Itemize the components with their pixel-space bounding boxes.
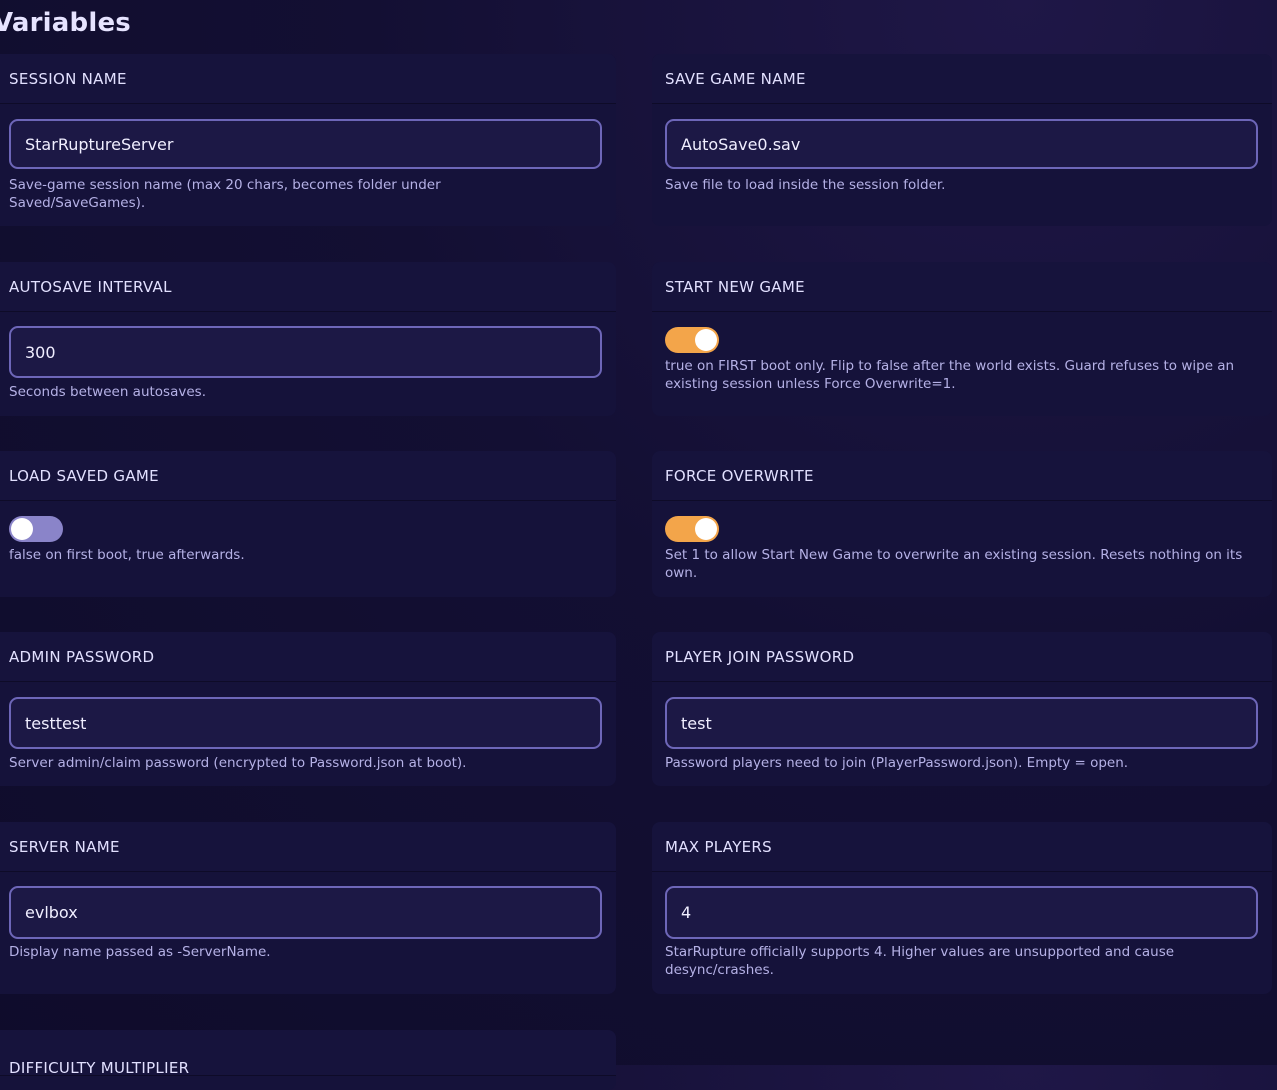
autosave-interval-input[interactable]	[9, 326, 602, 378]
admin-password-label: ADMIN PASSWORD	[9, 647, 155, 666]
force-overwrite-help: Set 1 to allow Start New Game to overwri…	[665, 547, 1243, 581]
load-saved-game-header: LOAD SAVED GAME	[0, 451, 616, 501]
player-join-password-header: PLAYER JOIN PASSWORD	[652, 632, 1272, 682]
force-overwrite-toggle[interactable]	[665, 516, 719, 542]
server-name-help: Display name passed as -ServerName.	[9, 944, 271, 960]
toggle-knob	[695, 518, 717, 540]
start-new-game-toggle[interactable]	[665, 327, 719, 353]
save-game-name-card: SAVE GAME NAME Save file to load inside …	[652, 54, 1272, 226]
admin-password-help: Server admin/claim password (encrypted t…	[9, 755, 467, 771]
start-new-game-help: true on FIRST boot only. Flip to false a…	[665, 358, 1235, 392]
admin-password-card: ADMIN PASSWORD Server admin/claim passwo…	[0, 632, 616, 786]
server-name-input[interactable]	[9, 886, 602, 939]
max-players-label: MAX PLAYERS	[665, 837, 772, 856]
load-saved-game-help: false on first boot, true afterwards.	[9, 547, 245, 563]
max-players-card: MAX PLAYERS StarRupture officially suppo…	[652, 822, 1272, 994]
admin-password-input[interactable]	[9, 697, 602, 749]
difficulty-multiplier-label: DIFFICULTY MULTIPLIER	[9, 1059, 190, 1077]
session-name-input[interactable]	[9, 119, 602, 169]
autosave-interval-help: Seconds between autosaves.	[9, 384, 206, 400]
autosave-interval-card: AUTOSAVE INTERVAL Seconds between autosa…	[0, 262, 616, 416]
save-game-name-label: SAVE GAME NAME	[665, 69, 806, 88]
force-overwrite-card: FORCE OVERWRITE Set 1 to allow Start New…	[652, 451, 1272, 597]
difficulty-multiplier-header: DIFFICULTY MULTIPLIER	[0, 1030, 616, 1077]
force-overwrite-label: FORCE OVERWRITE	[665, 466, 814, 485]
save-game-name-help: Save file to load inside the session fol…	[665, 177, 946, 193]
server-name-label: SERVER NAME	[9, 837, 120, 856]
save-game-name-input[interactable]	[665, 119, 1258, 169]
start-new-game-label: START NEW GAME	[665, 277, 805, 296]
difficulty-multiplier-card: DIFFICULTY MULTIPLIER	[0, 1030, 616, 1090]
autosave-interval-header: AUTOSAVE INTERVAL	[0, 262, 616, 312]
admin-password-header: ADMIN PASSWORD	[0, 632, 616, 682]
session-name-header: SESSION NAME	[0, 54, 616, 104]
start-new-game-header: START NEW GAME	[652, 262, 1272, 312]
max-players-header: MAX PLAYERS	[652, 822, 1272, 872]
server-name-card: SERVER NAME Display name passed as -Serv…	[0, 822, 616, 994]
session-name-card: SESSION NAME Save-game session name (max…	[0, 54, 616, 226]
force-overwrite-header: FORCE OVERWRITE	[652, 451, 1272, 501]
server-name-header: SERVER NAME	[0, 822, 616, 872]
autosave-interval-label: AUTOSAVE INTERVAL	[9, 277, 172, 296]
load-saved-game-card: LOAD SAVED GAME false on first boot, tru…	[0, 451, 616, 597]
player-join-password-card: PLAYER JOIN PASSWORD Password players ne…	[652, 632, 1272, 786]
toggle-knob	[695, 329, 717, 351]
page-title: Variables	[0, 8, 131, 38]
load-saved-game-toggle[interactable]	[9, 516, 63, 542]
load-saved-game-label: LOAD SAVED GAME	[9, 466, 159, 485]
start-new-game-card: START NEW GAME true on FIRST boot only. …	[652, 262, 1272, 416]
max-players-input[interactable]	[665, 886, 1258, 939]
session-name-help: Save-game session name (max 20 chars, be…	[9, 177, 441, 211]
session-name-label: SESSION NAME	[9, 69, 127, 88]
save-game-name-header: SAVE GAME NAME	[652, 54, 1272, 104]
toggle-knob	[11, 518, 33, 540]
max-players-help: StarRupture officially supports 4. Highe…	[665, 944, 1175, 978]
player-join-password-help: Password players need to join (PlayerPas…	[665, 755, 1129, 771]
player-join-password-label: PLAYER JOIN PASSWORD	[665, 647, 855, 666]
player-join-password-input[interactable]	[665, 697, 1258, 749]
